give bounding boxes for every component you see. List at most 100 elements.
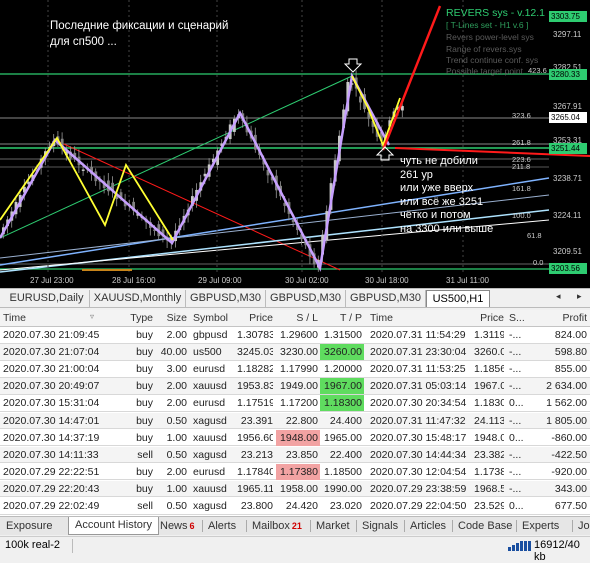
time-tick: 28 Jul 16:00 xyxy=(112,276,156,285)
tab-experts[interactable]: Experts xyxy=(522,519,559,533)
cell-profit: 2 634.00 xyxy=(546,380,587,393)
table-row[interactable]: 2020.07.30 21:07:04 buy 40.00 us500 3245.03 3… xyxy=(0,344,590,361)
cell-close-price: 1.18567 xyxy=(474,363,504,376)
header-size[interactable]: Size xyxy=(156,310,187,326)
cell-size: 0.50 xyxy=(166,414,187,427)
fib-level: 261.8 xyxy=(512,138,531,147)
header-price[interactable]: Price xyxy=(237,310,273,326)
time-tick: 30 Jul 02:00 xyxy=(285,276,329,285)
table-row[interactable]: 2020.07.30 15:31:04 buy 2.00 eurusd 1.17519 1… xyxy=(0,395,590,412)
chart-tab[interactable]: XAUUSD,Monthly xyxy=(90,290,186,307)
cell-type: buy xyxy=(136,397,153,410)
cell-type: buy xyxy=(136,346,153,359)
cell-size: 0.50 xyxy=(166,500,187,512)
cell-swap: -... xyxy=(509,465,522,478)
price-tick: 3267.91 xyxy=(553,102,582,111)
cell-symbol: xagusd xyxy=(193,500,227,512)
cell-sl: 23.850 xyxy=(285,448,318,461)
table-row[interactable]: 2020.07.30 14:11:33 sell 0.50 xagusd 23.213 2… xyxy=(0,446,590,464)
cell-close-time: 2020.07.31 11:47:32 xyxy=(370,414,466,427)
connection-bars-icon xyxy=(508,541,532,551)
cell-close-price: 23.382 xyxy=(474,448,504,461)
cell-symbol: xauusd xyxy=(193,431,227,444)
header-close-time[interactable]: Time xyxy=(370,310,470,326)
cell-tp: 1.18500 xyxy=(324,465,362,478)
cell-price: 23.800 xyxy=(240,500,273,512)
tab-badge: 6 xyxy=(189,521,195,531)
cell-tp: 1.31500 xyxy=(324,329,362,341)
table-row[interactable]: 2020.07.30 20:49:07 buy 2.00 xauusd 1953.83 1… xyxy=(0,378,590,395)
header-swap[interactable]: S... xyxy=(509,310,527,326)
table-row[interactable]: 2020.07.29 22:20:43 buy 1.00 xauusd 1965.11 1… xyxy=(0,480,590,498)
indicator-line: [ T-Lines set - H1 v.6 ] xyxy=(446,20,529,30)
cell-profit: -422.50 xyxy=(551,448,587,461)
table-row[interactable]: 2020.07.30 21:00:04 buy 3.00 eurusd 1.18282 1… xyxy=(0,361,590,378)
cell-tp: 23.020 xyxy=(329,500,362,512)
header-time[interactable]: Time xyxy=(3,310,99,326)
cell-sl: 1958.00 xyxy=(280,482,318,495)
tab-mailbox[interactable]: Mailbox 21 xyxy=(252,519,302,533)
chart-tab-active[interactable]: US500,H1 xyxy=(426,290,490,307)
chart-tab[interactable]: GBPUSD,M30 xyxy=(266,290,346,307)
tab-account-history[interactable]: Account History xyxy=(68,517,160,535)
tab-label: Exposure xyxy=(6,520,53,532)
time-tick: 30 Jul 18:00 xyxy=(365,276,409,285)
time-tick: 29 Jul 09:00 xyxy=(198,276,242,285)
cell-size: 0.50 xyxy=(166,448,187,461)
account-label: 100k real-2 xyxy=(5,539,61,551)
cell-tp: 1967.00 xyxy=(320,378,364,395)
table-row[interactable]: 2020.07.29 22:02:49 sell 0.50 xagusd 23.800 2… xyxy=(0,498,590,515)
cell-symbol: gbpusd xyxy=(193,329,228,341)
tab-label: Signals xyxy=(362,520,399,532)
header-profit[interactable]: Profit xyxy=(527,310,587,326)
candle xyxy=(359,96,362,103)
annotation-note: чуть не добили 261 ур или уже вверх или … xyxy=(400,155,494,235)
cell-type: buy xyxy=(136,414,153,427)
table-header[interactable]: Time Type Size Symbol Price S / LT / P Time Pri… xyxy=(0,310,590,327)
cell-symbol: xagusd xyxy=(193,414,227,427)
tab-code-base[interactable]: Code Base xyxy=(458,519,512,533)
cell-close-time: 2020.07.29 23:38:59 xyxy=(370,482,467,495)
price-box: 3251.44 xyxy=(549,143,587,154)
table-row[interactable]: 2020.07.30 14:37:19 buy 1.00 xauusd 1956.60 1… xyxy=(0,429,590,447)
cell-size: 40.00 xyxy=(160,346,187,359)
tab-scroll-left-icon[interactable]: ◂ xyxy=(556,291,561,302)
cell-close-price: 24.113 xyxy=(474,414,504,427)
cell-price: 1956.60 xyxy=(237,431,273,444)
price-tick: 3238.71 xyxy=(553,174,582,183)
time-tick: 31 Jul 11:00 xyxy=(446,276,489,285)
header-close-price[interactable]: Price xyxy=(474,310,504,326)
tab-exposure[interactable]: Exposure xyxy=(6,519,52,533)
chart-tab[interactable]: GBPUSD,M30 xyxy=(186,290,266,307)
tab-jo[interactable]: Jo xyxy=(578,519,590,533)
fib-level: 211.8 xyxy=(512,162,531,171)
fib-level: 61.8 xyxy=(527,231,542,240)
tab-market[interactable]: Market xyxy=(316,519,350,533)
cell-price: 1.17519 xyxy=(237,397,273,410)
chart-tab[interactable]: EURUSD,Daily xyxy=(4,290,90,307)
header-sl[interactable]: S / L xyxy=(276,310,318,326)
table-row[interactable]: 2020.07.30 21:09:45 buy 2.00 gbpusd 1.30783 1… xyxy=(0,327,590,344)
table-row[interactable]: 2020.07.30 14:47:01 buy 0.50 xagusd 23.391 22… xyxy=(0,412,590,429)
cell-type: buy xyxy=(136,380,153,393)
chart-tab[interactable]: GBPUSD,M30 xyxy=(346,290,426,307)
header-symbol[interactable]: Symbol xyxy=(193,310,237,326)
header-tp[interactable]: T / P xyxy=(320,310,362,326)
cell-time: 2020.07.30 14:47:01 xyxy=(3,414,99,427)
table-row[interactable]: 2020.07.29 22:22:51 buy 2.00 eurusd 1.17840 1… xyxy=(0,463,590,481)
tab-alerts[interactable]: Alerts xyxy=(208,519,236,533)
cell-close-price: 1968.54 xyxy=(474,482,504,495)
header-type[interactable]: Type xyxy=(100,310,153,326)
indicator-line: Trend continue conf. sys xyxy=(446,55,539,65)
tab-scroll-right-icon[interactable]: ▸ xyxy=(577,291,582,302)
indicator-line: Revers power-level sys xyxy=(446,32,534,42)
cell-swap: -... xyxy=(509,363,522,376)
tab-signals[interactable]: Signals xyxy=(362,519,398,533)
tab-news[interactable]: News 6 xyxy=(160,519,195,533)
cell-close-time: 2020.07.29 22:04:50 xyxy=(370,500,467,512)
cell-price: 1.30783 xyxy=(237,329,273,341)
price-chart[interactable]: Последние фиксации и сценарий для сп500 … xyxy=(0,0,590,288)
tab-articles[interactable]: Articles xyxy=(410,519,446,533)
sort-desc-icon[interactable]: ▿ xyxy=(90,312,94,321)
tab-label: Account History xyxy=(75,519,153,531)
